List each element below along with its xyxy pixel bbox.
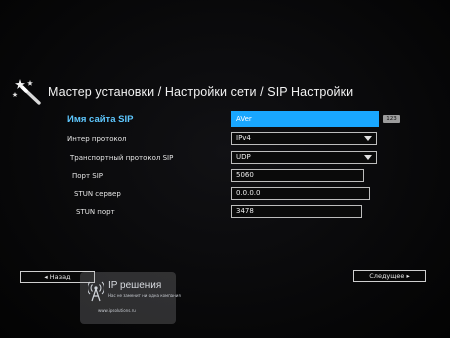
input-mode-badge: 123 [383, 115, 400, 123]
internet-protocol-label: Интер протокол [67, 135, 127, 143]
sip-site-name-input[interactable]: AVer [231, 111, 379, 127]
sip-transport-label: Транспортный протокол SIP [70, 154, 174, 162]
magic-wand-icon [12, 79, 41, 105]
watermark-tagline: Нас не заменит ни одна компания [108, 293, 181, 298]
watermark: IP решения Нас не заменит ни одна компан… [80, 272, 181, 324]
page-title: Мастер установки / Настройки сети / SIP … [48, 85, 354, 99]
watermark-name: IP решения [108, 280, 162, 291]
sip-port-input[interactable]: 5060 [231, 169, 364, 182]
watermark-url: www.ipsolutions.ru [98, 308, 136, 313]
antenna-logo-icon [88, 281, 104, 302]
sip-transport-select[interactable]: UDP [231, 151, 377, 164]
stun-port-label: STUN порт [76, 208, 115, 216]
page-header: Мастер установки / Настройки сети / SIP … [12, 78, 353, 106]
internet-protocol-value: IPv4 [236, 134, 251, 142]
sip-site-name-label: Имя сайта SIP [67, 114, 134, 125]
stun-server-input[interactable]: 0.0.0.0 [231, 187, 370, 200]
stun-port-input[interactable]: 3478 [231, 205, 362, 218]
chevron-down-icon [364, 136, 372, 141]
internet-protocol-select[interactable]: IPv4 [231, 132, 377, 145]
sip-port-label: Порт SIP [72, 172, 104, 180]
stun-server-label: STUN сервер [74, 190, 121, 198]
next-button[interactable]: Следущее ▸ [353, 270, 426, 282]
screen: Мастер установки / Настройки сети / SIP … [0, 0, 450, 338]
chevron-down-icon [364, 155, 372, 160]
sip-transport-value: UDP [236, 153, 251, 161]
